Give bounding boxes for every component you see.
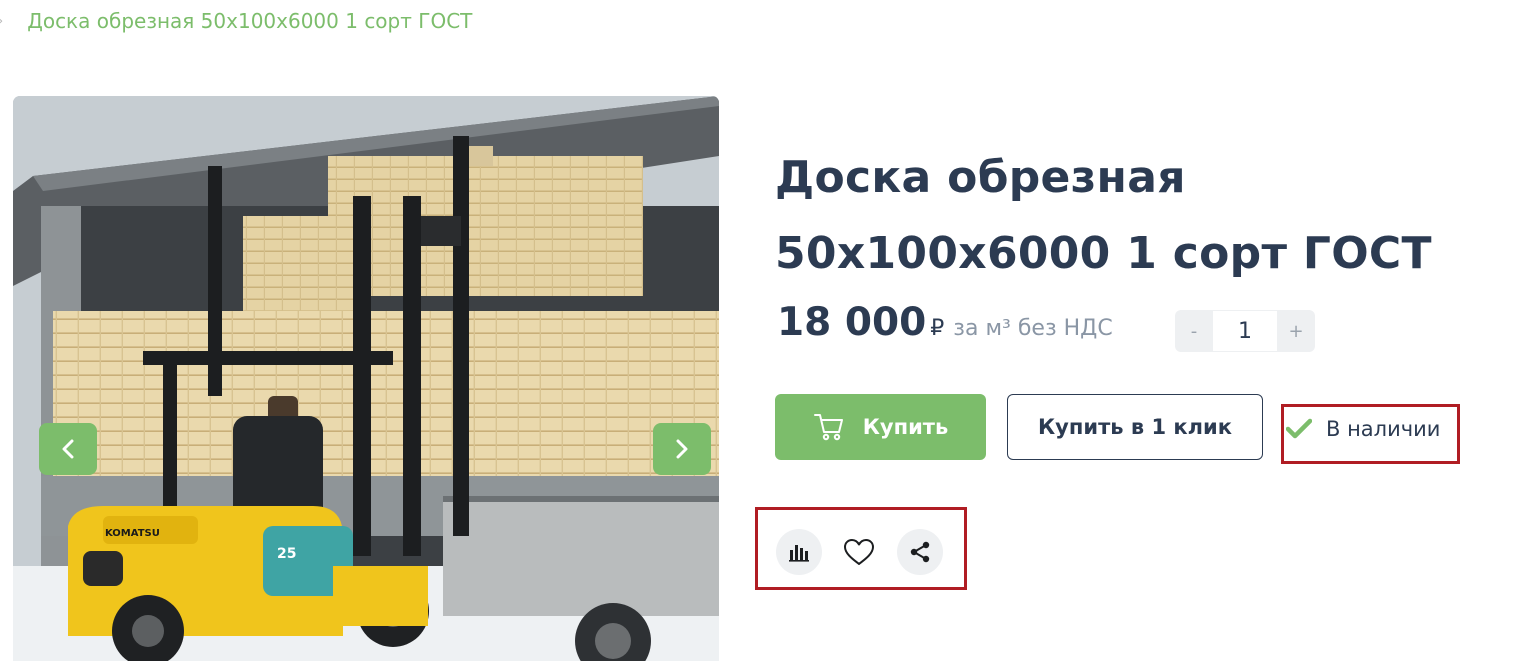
chevron-left-icon xyxy=(62,439,74,459)
compare-icon xyxy=(789,545,809,562)
price-value: 18 000 xyxy=(777,300,927,345)
quantity-increase-button[interactable]: + xyxy=(1277,310,1315,352)
compare-button[interactable] xyxy=(776,529,822,575)
cart-icon xyxy=(813,414,843,441)
price-unit: за м³ без НДС xyxy=(953,316,1113,341)
forklift-model: 25 xyxy=(277,546,296,562)
product-photo: 25 KOMATSU xyxy=(13,96,719,661)
price-currency: ₽ xyxy=(930,316,945,341)
quantity-input[interactable] xyxy=(1213,310,1277,352)
forklift-brand: KOMATSU xyxy=(105,528,160,539)
favorite-button[interactable] xyxy=(836,529,882,575)
breadcrumb-current-link[interactable]: Доска обрезная 50x100x6000 1 сорт ГОСТ xyxy=(27,9,472,33)
stock-status: В наличии xyxy=(1286,410,1440,448)
breadcrumb-separator: › xyxy=(0,14,3,29)
buy-button-label: Купить xyxy=(862,415,949,439)
breadcrumb: › Доска обрезная 50x100x6000 1 сорт ГОСТ xyxy=(0,6,472,36)
quantity-decrease-button[interactable]: - xyxy=(1175,310,1213,352)
chevron-right-icon xyxy=(676,439,688,459)
gallery-next-button[interactable] xyxy=(653,423,711,475)
one-click-buy-button[interactable]: Купить в 1 клик xyxy=(1007,394,1263,460)
price-block: 18 000 ₽ за м³ без НДС xyxy=(777,300,1113,360)
product-title: Доска обрезная 50x100x6000 1 сорт ГОСТ xyxy=(775,152,1432,279)
check-icon xyxy=(1286,418,1312,439)
gallery-prev-button[interactable] xyxy=(39,423,97,475)
share-button[interactable] xyxy=(897,529,943,575)
share-icon xyxy=(910,541,930,563)
buy-button[interactable]: Купить xyxy=(775,394,986,460)
stock-status-label: В наличии xyxy=(1326,417,1441,441)
product-gallery[interactable]: 25 KOMATSU xyxy=(13,96,719,661)
quantity-stepper: - + xyxy=(1175,310,1315,352)
heart-icon xyxy=(844,539,874,565)
